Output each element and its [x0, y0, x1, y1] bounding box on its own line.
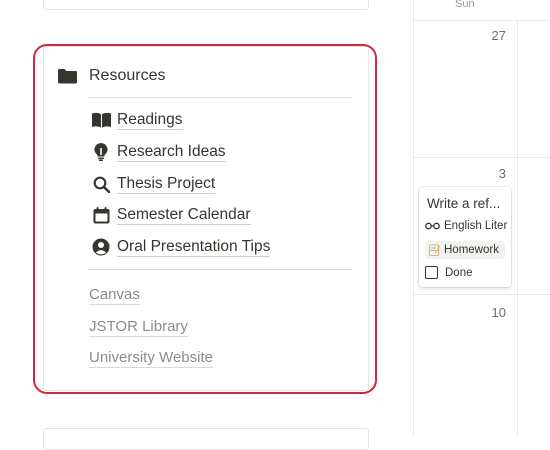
weekday-label-sun: Sun [455, 0, 475, 10]
calendar-column-border [517, 20, 518, 435]
calendar-day-3[interactable]: 3 [476, 166, 506, 181]
resources-header[interactable]: Resources [58, 66, 165, 86]
calendar-day-10[interactable]: 10 [476, 305, 506, 320]
resources-title: Resources [89, 67, 166, 84]
book-icon [91, 110, 111, 130]
event-title: Write a ref... [427, 196, 501, 211]
card-below [43, 428, 369, 450]
calendar-day-27[interactable]: 27 [476, 28, 506, 43]
folder-icon [58, 66, 78, 86]
resource-item-readings[interactable]: Readings [91, 109, 183, 131]
resource-item-semester-calendar[interactable]: Semester Calendar [91, 204, 251, 226]
card-above [43, 0, 369, 10]
lightbulb-icon [91, 142, 111, 162]
link-university-website[interactable]: University Website [89, 349, 213, 368]
event-tag: Homework [425, 241, 505, 259]
resource-item-label: Oral Presentation Tips [117, 237, 271, 257]
calendar-header-border [413, 20, 550, 21]
calendar-week-border [413, 157, 550, 158]
calendar-icon [91, 205, 111, 225]
calendar-left-border [413, 0, 414, 435]
resource-item-research-ideas[interactable]: Research Ideas [91, 141, 226, 163]
resource-item-label: Thesis Project [117, 174, 216, 194]
user-circle-icon [91, 237, 111, 257]
resource-item-thesis-project[interactable]: Thesis Project [91, 173, 216, 195]
event-done-label: Done [445, 266, 473, 279]
link-canvas[interactable]: Canvas [89, 286, 140, 305]
glasses-icon [425, 222, 440, 230]
header-divider [88, 97, 352, 98]
event-tag-label: Homework [444, 244, 499, 256]
search-icon [91, 174, 111, 194]
resource-item-oral-presentation-tips[interactable]: Oral Presentation Tips [91, 236, 271, 258]
links-divider [88, 269, 352, 270]
resource-item-label: Research Ideas [117, 142, 226, 162]
calendar-event-card[interactable]: Write a ref... English Liter Homework Do… [419, 187, 511, 287]
link-jstor-library[interactable]: JSTOR Library [89, 318, 188, 337]
calendar-week-border [413, 294, 550, 295]
resource-item-label: Readings [117, 110, 183, 130]
resource-item-label: Semester Calendar [117, 205, 251, 225]
checkbox-icon[interactable] [425, 266, 438, 279]
event-done-checkbox[interactable]: Done [425, 266, 473, 279]
event-course[interactable]: English Liter [425, 220, 507, 232]
event-course-label: English Liter [444, 220, 508, 232]
memo-icon [429, 244, 440, 256]
